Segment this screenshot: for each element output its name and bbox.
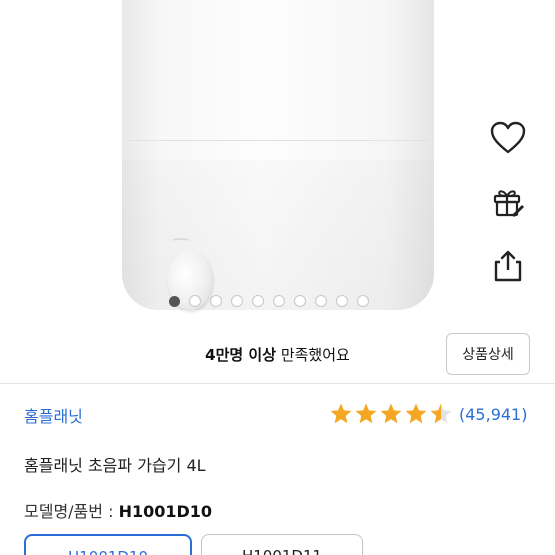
option-h1001d11[interactable]: H1001D11 xyxy=(201,534,363,555)
gift-button[interactable] xyxy=(488,182,528,222)
carousel-dot[interactable] xyxy=(189,295,201,307)
carousel-dot[interactable] xyxy=(315,295,327,307)
star-full-icon xyxy=(380,403,402,424)
carousel-dot[interactable] xyxy=(231,295,243,307)
carousel-dot[interactable] xyxy=(273,295,285,307)
knob-mark xyxy=(172,238,190,244)
model-value: H1001D10 xyxy=(118,502,213,521)
product-image[interactable] xyxy=(0,0,555,318)
carousel-dot[interactable] xyxy=(294,295,306,307)
carousel-dot[interactable] xyxy=(169,295,180,307)
share-button[interactable] xyxy=(488,246,528,286)
carousel-indicator[interactable] xyxy=(169,295,369,307)
satisfaction-count: 4만명 이상 xyxy=(205,346,277,364)
star-full-icon xyxy=(405,403,427,424)
wishlist-button[interactable] xyxy=(488,118,528,158)
star-full-icon xyxy=(355,403,377,424)
review-count[interactable]: (45,941) xyxy=(459,405,527,424)
gift-icon xyxy=(493,190,524,217)
divider xyxy=(0,383,555,384)
rating[interactable]: (45,941) xyxy=(329,402,527,426)
model-label: 모델명/품번 : xyxy=(24,502,119,521)
carousel-dot[interactable] xyxy=(210,295,222,307)
model-number: 모델명/품번 : H1001D10 xyxy=(24,498,212,522)
star-rating xyxy=(329,402,453,426)
carousel-dot[interactable] xyxy=(336,295,348,307)
brand-link[interactable]: 홈플래닛 xyxy=(24,403,83,427)
product-detail-button[interactable]: 상품상세 xyxy=(446,333,530,375)
carousel-dot[interactable] xyxy=(252,295,264,307)
star-half-icon xyxy=(430,403,452,424)
share-icon xyxy=(494,250,522,282)
star-full-icon xyxy=(330,403,352,424)
satisfaction-label: 만족했어요 xyxy=(276,346,350,364)
carousel-dot[interactable] xyxy=(357,295,369,307)
heart-icon xyxy=(490,121,526,154)
option-h1001d10[interactable]: H1001D10 xyxy=(24,534,192,555)
product-name: 홈플래닛 초음파 가습기 4L xyxy=(24,456,206,475)
